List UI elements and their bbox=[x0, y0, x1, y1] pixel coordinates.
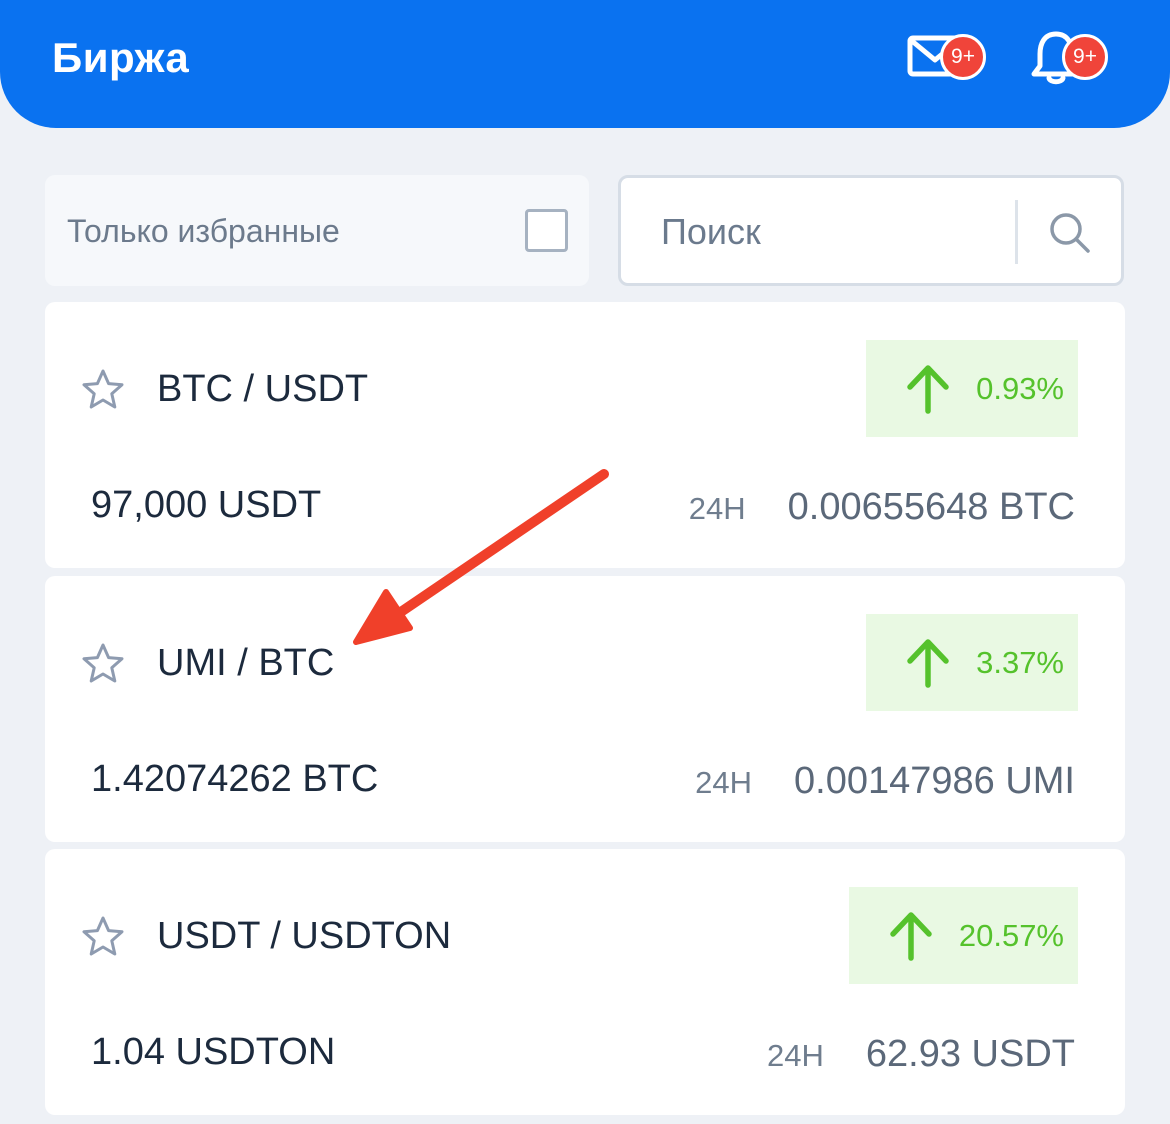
search-box bbox=[618, 175, 1124, 286]
mail-badge: 9+ bbox=[940, 34, 986, 80]
market-card-usdt-usdton[interactable]: USDT / USDTON 20.57% 1.04 USDTON 24H 62.… bbox=[45, 849, 1125, 1115]
arrow-up-icon bbox=[907, 364, 949, 414]
market-pair: UMI / BTC bbox=[157, 642, 335, 684]
market-pair: USDT / USDTON bbox=[157, 915, 452, 957]
volume-period: 24H bbox=[688, 491, 746, 526]
arrow-up-icon bbox=[890, 911, 932, 961]
notifications-button[interactable]: 9+ bbox=[1028, 28, 1112, 88]
favorites-only-checkbox[interactable] bbox=[525, 209, 568, 252]
favorite-star-icon[interactable] bbox=[81, 642, 125, 686]
volume-value: 0.00655648 BTC bbox=[787, 486, 1075, 528]
market-card-umi-btc[interactable]: UMI / BTC 3.37% 1.42074262 BTC 24H 0.001… bbox=[45, 576, 1125, 842]
market-card-btc-usdt[interactable]: BTC / USDT 0.93% 97,000 USDT 24H 0.00655… bbox=[45, 302, 1125, 568]
volume-block: 24H 0.00655648 BTC bbox=[689, 486, 1075, 529]
price-change-badge: 0.93% bbox=[866, 340, 1078, 437]
volume-block: 24H 62.93 USDT bbox=[767, 1033, 1075, 1076]
price-change-value: 20.57% bbox=[958, 917, 1064, 953]
mail-button[interactable]: 9+ bbox=[906, 28, 990, 88]
last-price: 97,000 USDT bbox=[91, 484, 322, 526]
arrow-up-icon bbox=[907, 638, 949, 688]
volume-value: 62.93 USDT bbox=[865, 1033, 1075, 1075]
price-change-value: 0.93% bbox=[976, 370, 1064, 406]
volume-block: 24H 0.00147986 UMI bbox=[695, 760, 1075, 803]
page-title: Биржа bbox=[52, 34, 190, 81]
favorites-only-label: Только избранные bbox=[67, 213, 340, 249]
favorite-star-icon[interactable] bbox=[81, 368, 125, 412]
price-change-badge: 20.57% bbox=[848, 887, 1078, 984]
volume-value: 0.00147986 UMI bbox=[794, 760, 1075, 802]
volume-period: 24H bbox=[767, 1038, 824, 1073]
price-change-value: 3.37% bbox=[976, 644, 1064, 680]
volume-period: 24H bbox=[695, 765, 753, 800]
price-change-badge: 3.37% bbox=[866, 614, 1078, 711]
notifications-badge: 9+ bbox=[1062, 34, 1108, 80]
search-icon[interactable] bbox=[1047, 210, 1093, 256]
last-price: 1.42074262 BTC bbox=[91, 758, 379, 800]
search-input[interactable] bbox=[661, 208, 1001, 256]
favorite-star-icon[interactable] bbox=[81, 915, 125, 959]
market-pair: BTC / USDT bbox=[157, 368, 369, 410]
app-header: Биржа 9+ 9+ bbox=[0, 0, 1170, 128]
favorites-only-toggle[interactable]: Только избранные bbox=[45, 175, 589, 286]
last-price: 1.04 USDTON bbox=[91, 1031, 336, 1073]
search-divider bbox=[1015, 200, 1018, 264]
